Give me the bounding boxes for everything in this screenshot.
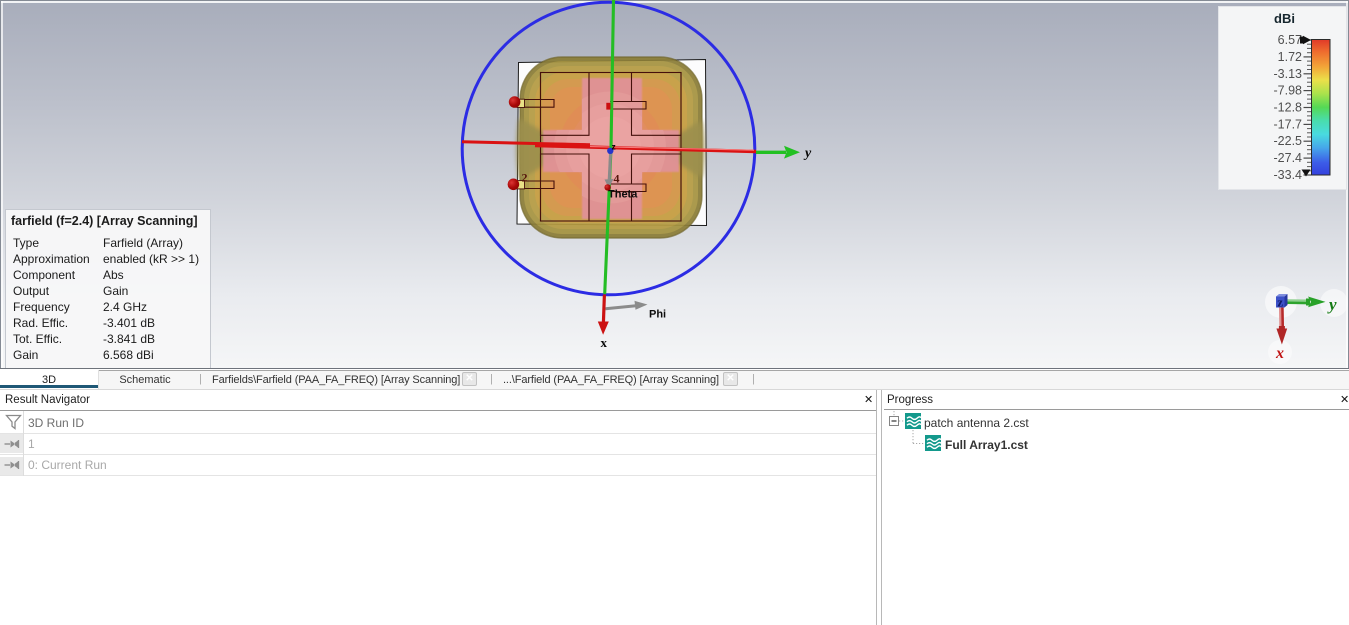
svg-text:x: x — [1275, 345, 1284, 362]
svg-text:z: z — [612, 142, 616, 152]
svg-text:-22.5: -22.5 — [1274, 134, 1303, 148]
svg-text:-7.98: -7.98 — [1274, 84, 1303, 98]
svg-text:dBi: dBi — [1274, 11, 1295, 26]
svg-text:z: z — [1277, 295, 1283, 310]
svg-text:-17.7: -17.7 — [1274, 117, 1303, 131]
svg-text:-33.4: -33.4 — [1274, 168, 1303, 182]
svg-text:4: 4 — [614, 172, 620, 186]
svg-text:-12.8: -12.8 — [1274, 101, 1303, 115]
svg-text:-3.13: -3.13 — [1274, 67, 1303, 81]
svg-text:2: 2 — [522, 171, 528, 185]
svg-text:y: y — [803, 146, 812, 161]
svg-text:Phi: Phi — [649, 309, 666, 321]
svg-text:y: y — [1327, 295, 1337, 314]
svg-text:6.57: 6.57 — [1278, 33, 1302, 47]
svg-text:Theta: Theta — [608, 189, 638, 201]
svg-text:1.72: 1.72 — [1278, 50, 1302, 64]
svg-text:x: x — [601, 335, 608, 350]
svg-text:-27.4: -27.4 — [1274, 151, 1303, 165]
